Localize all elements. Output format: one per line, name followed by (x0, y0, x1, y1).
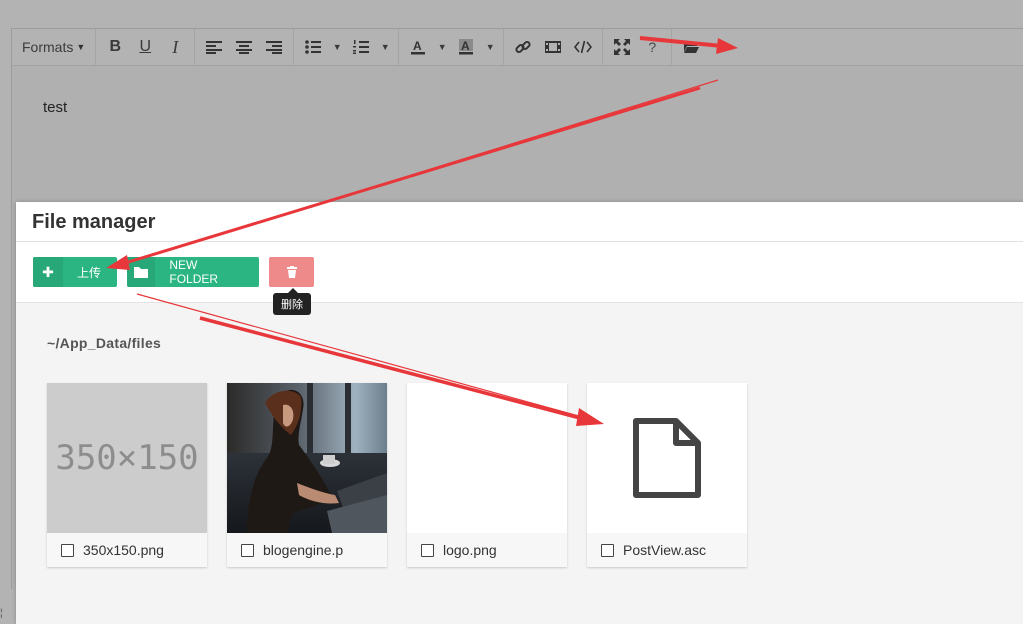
upload-button[interactable]: ✚ 上传 (33, 257, 117, 287)
background-color-dropdown[interactable]: ▼ (481, 33, 499, 61)
text-color-button[interactable]: A (403, 33, 433, 61)
numbered-list-dropdown[interactable]: ▼ (376, 33, 394, 61)
file-card[interactable]: logo.png (407, 383, 567, 567)
file-name: blogengine.p (263, 542, 344, 558)
svg-text:A: A (461, 39, 470, 53)
file-card-footer: PostView.asc (587, 533, 747, 567)
file-name: 350x150.png (83, 542, 164, 558)
file-manager-button[interactable] (676, 33, 706, 61)
dialog-header: File manager (16, 202, 1023, 242)
file-card[interactable]: blogengine.p (227, 383, 387, 567)
bullet-list-dropdown[interactable]: ▼ (328, 33, 346, 61)
editor-content[interactable]: test (43, 99, 67, 116)
text-style-group: B U I (96, 29, 196, 65)
file-thumbnail (227, 383, 387, 533)
file-name: PostView.asc (623, 542, 707, 558)
align-left-icon (206, 41, 223, 54)
file-thumbnail (587, 383, 747, 533)
source-code-button[interactable] (568, 33, 598, 61)
delete-tooltip: 删除 (273, 288, 311, 315)
media-button[interactable] (538, 33, 568, 61)
file-card[interactable]: PostView.asc (587, 383, 747, 567)
link-button[interactable] (508, 33, 538, 61)
numbered-list-button[interactable] (346, 33, 376, 61)
align-center-icon (236, 41, 253, 54)
delete-button[interactable] (269, 257, 314, 287)
formats-dropdown[interactable]: Formats ▼ (16, 33, 91, 61)
insert-group (504, 29, 604, 65)
file-checkbox[interactable] (61, 543, 74, 557)
dialog-title: File manager (32, 211, 156, 233)
italic-button[interactable]: I (160, 33, 190, 61)
file-group (672, 29, 710, 65)
file-thumbnail (407, 383, 567, 533)
file-card-footer: blogengine.p (227, 533, 387, 567)
underline-button[interactable]: U (130, 33, 160, 61)
file-checkbox[interactable] (241, 543, 254, 557)
file-card-footer: 350x150.png (47, 533, 207, 567)
fullscreen-icon (614, 39, 631, 55)
caret-down-icon: ▼ (437, 42, 447, 52)
caret-down-icon: ▼ (332, 42, 342, 52)
bullet-list-icon (305, 40, 322, 54)
file-checkbox[interactable] (421, 543, 434, 557)
bold-icon: B (109, 38, 122, 55)
italic-icon: I (172, 36, 179, 57)
upload-label: 上传 (77, 265, 102, 280)
file-manager-dialog: File manager ✚ 上传 NEW FOLDER 删除 ~/App_Da… (16, 202, 1023, 624)
new-folder-label: NEW FOLDER (169, 258, 219, 286)
dialog-actions-bar: ✚ 上传 NEW FOLDER (16, 242, 1023, 303)
code-icon (574, 40, 593, 54)
color-group: A ▼ A ▼ (399, 29, 505, 65)
file-checkbox[interactable] (601, 543, 614, 557)
file-name: logo.png (443, 542, 497, 558)
svg-text:A: A (413, 39, 422, 53)
caret-down-icon: ▼ (485, 42, 495, 52)
formats-group: Formats ▼ (12, 29, 97, 65)
link-icon (515, 40, 531, 54)
placeholder-image: 350×150 (47, 383, 207, 533)
align-group (195, 29, 295, 65)
caret-down-icon: ▼ (380, 42, 390, 52)
bullet-list-button[interactable] (298, 33, 328, 61)
view-group: ? (603, 29, 673, 65)
align-left-button[interactable] (199, 33, 229, 61)
film-icon (545, 41, 562, 53)
fullscreen-button[interactable] (607, 33, 637, 61)
numbered-list-icon (353, 40, 370, 54)
formats-label: Formats (22, 39, 74, 55)
align-right-icon (266, 41, 283, 54)
editor-toolbar: Formats ▼ B U I ▼ ▼ A ▼ A ▼ ? (12, 29, 1023, 66)
background-color-button[interactable]: A (451, 33, 481, 61)
file-card-footer: logo.png (407, 533, 567, 567)
caret-down-icon: ▼ (76, 42, 86, 52)
file-card[interactable]: 350×150 350x150.png (47, 383, 207, 567)
trash-icon (269, 257, 314, 287)
help-button[interactable]: ? (637, 33, 667, 61)
plus-icon: ✚ (33, 257, 63, 287)
underline-icon: U (139, 38, 152, 55)
background-color-icon: A (459, 39, 474, 55)
editor-status-fragment: ¦ (0, 608, 3, 619)
file-thumbnail: 350×150 (47, 383, 207, 533)
folder-icon (127, 257, 156, 287)
bold-button[interactable]: B (100, 33, 130, 61)
current-path: ~/App_Data/files (47, 335, 162, 351)
help-icon: ? (648, 39, 657, 55)
new-folder-button[interactable]: NEW FOLDER (127, 257, 259, 287)
list-group: ▼ ▼ (294, 29, 400, 65)
align-center-button[interactable] (229, 33, 259, 61)
folder-open-icon (683, 42, 700, 53)
text-color-icon: A (411, 39, 426, 55)
align-right-button[interactable] (259, 33, 289, 61)
photo-image (227, 383, 387, 533)
document-icon (633, 418, 701, 498)
text-color-dropdown[interactable]: ▼ (433, 33, 451, 61)
